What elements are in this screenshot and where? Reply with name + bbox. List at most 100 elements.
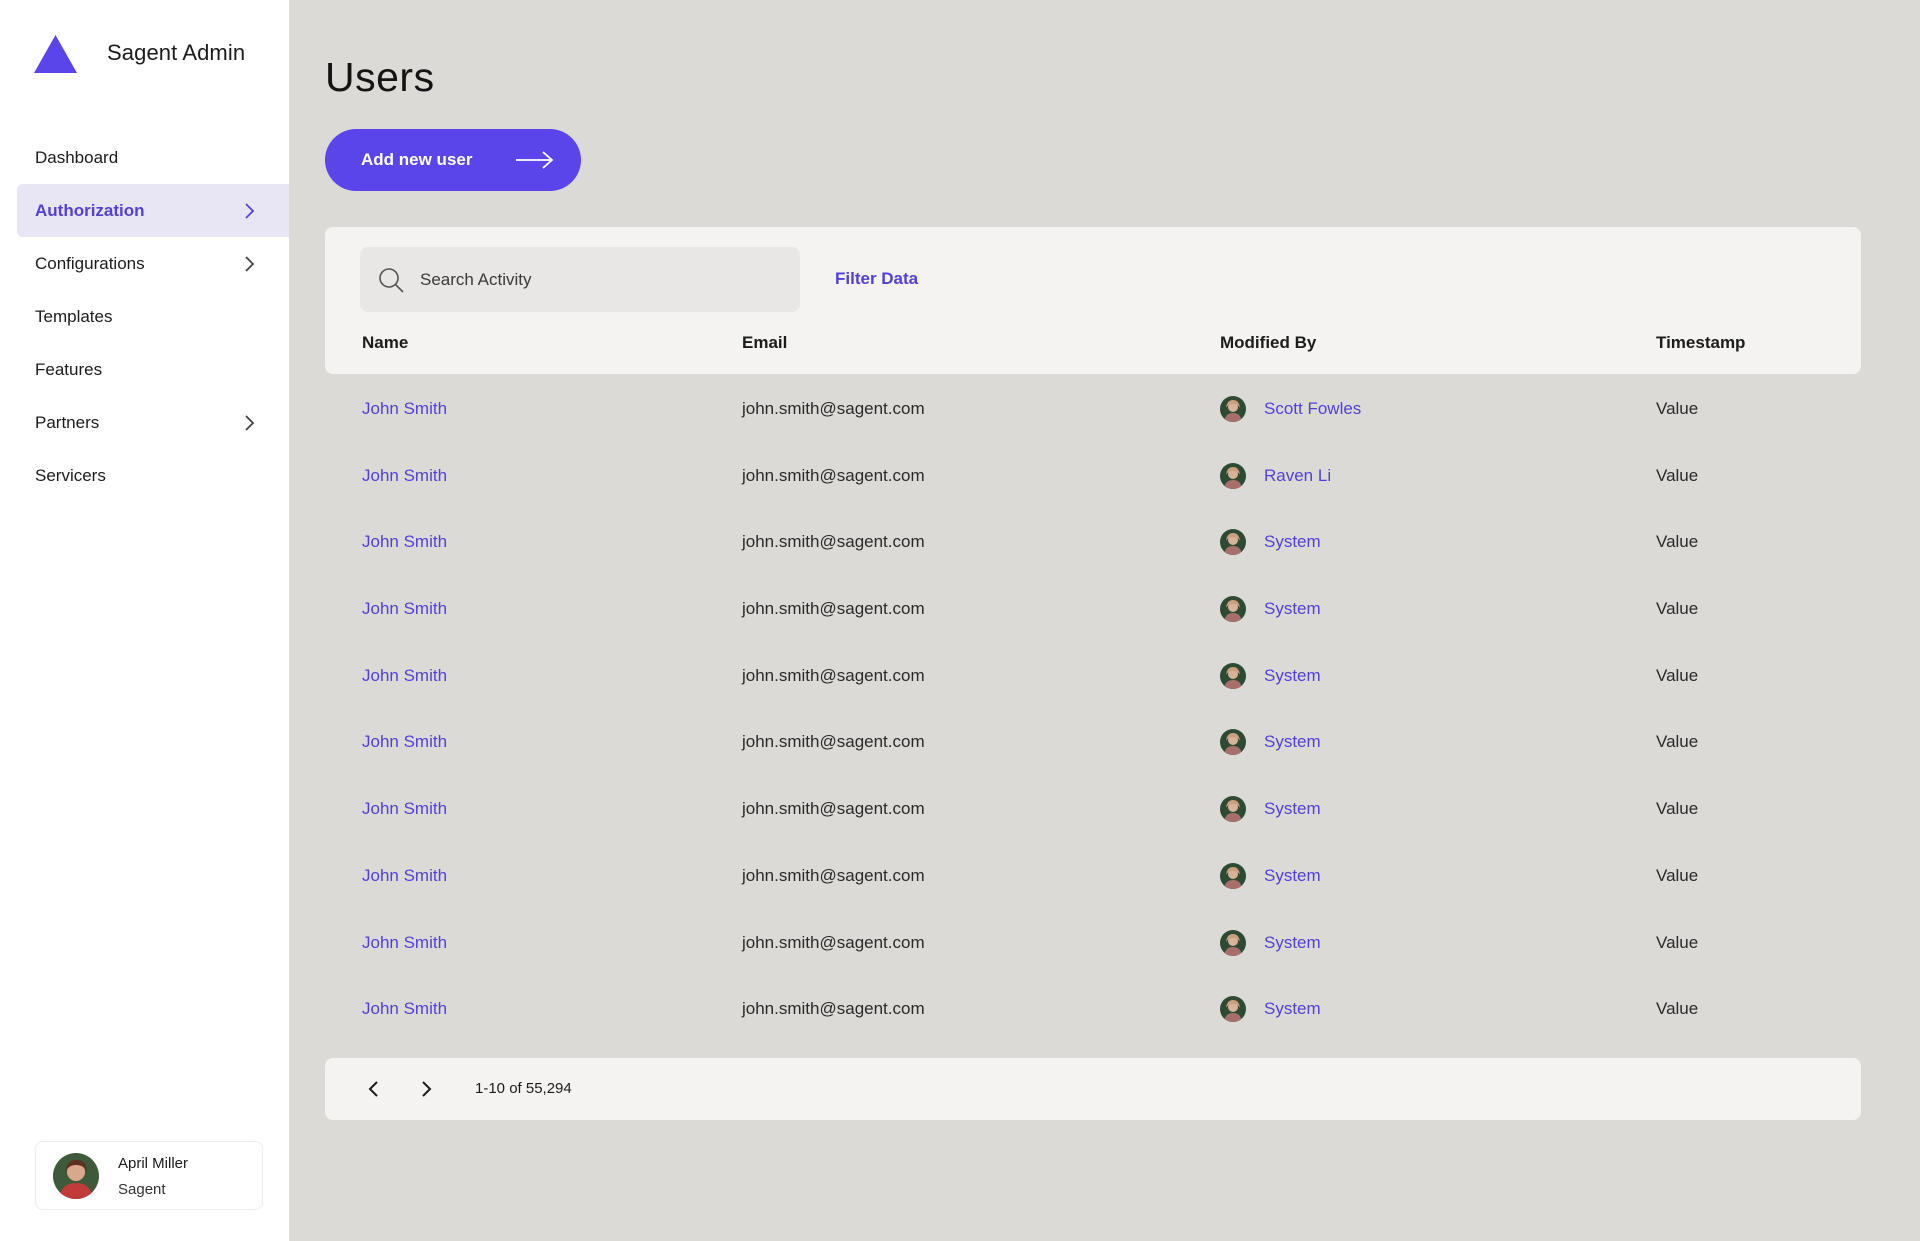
modified-by-name: Raven Li: [1264, 465, 1332, 485]
user-email: john.smith@sagent.com: [742, 932, 925, 952]
timestamp: Value: [1656, 865, 1699, 885]
timestamp: Value: [1656, 465, 1699, 485]
avatar: [53, 1153, 99, 1199]
modified-by[interactable]: System: [1220, 729, 1321, 756]
table-row[interactable]: John Smith john.smith@sagent.com System Val…: [325, 843, 1861, 910]
timestamp: Value: [1656, 532, 1699, 552]
chevron-right-icon: [245, 203, 255, 219]
timestamp: Value: [1656, 665, 1699, 685]
modified-by[interactable]: System: [1220, 662, 1321, 689]
sidebar-item-label: Features: [35, 359, 103, 379]
table-row[interactable]: John Smith john.smith@sagent.com System Val…: [325, 509, 1861, 576]
table-row[interactable]: John Smith john.smith@sagent.com System Val…: [325, 709, 1861, 776]
sidebar-item-authorization[interactable]: Authorization: [17, 184, 289, 237]
modified-by[interactable]: System: [1220, 996, 1321, 1023]
modified-by[interactable]: System: [1220, 596, 1321, 623]
triangle-logo-icon: [34, 35, 77, 73]
sidebar-item-label: Configurations: [35, 253, 145, 273]
sidebar-item-label: Servicers: [35, 465, 106, 485]
modified-by-name: System: [1264, 865, 1321, 885]
chevron-right-icon[interactable]: [415, 1078, 437, 1100]
user-name-link[interactable]: John Smith: [362, 599, 447, 619]
table-row[interactable]: John Smith john.smith@sagent.com System Val…: [325, 910, 1861, 977]
avatar: [1220, 996, 1246, 1023]
user-name-link[interactable]: John Smith: [362, 532, 447, 552]
timestamp: Value: [1656, 799, 1699, 819]
user-email: john.smith@sagent.com: [742, 799, 925, 819]
user-name-link[interactable]: John Smith: [362, 466, 447, 486]
sidebar-item-templates[interactable]: Templates: [17, 290, 289, 343]
column-header-name[interactable]: Name: [362, 333, 408, 353]
page-title: Users: [325, 54, 435, 100]
modified-by[interactable]: Raven Li: [1220, 462, 1332, 489]
user-email: john.smith@sagent.com: [742, 865, 925, 885]
user-name-link[interactable]: John Smith: [362, 933, 447, 953]
user-email: john.smith@sagent.com: [742, 532, 925, 552]
user-email: john.smith@sagent.com: [742, 465, 925, 485]
table-row[interactable]: John Smith john.smith@sagent.com System Val…: [325, 576, 1861, 643]
avatar: [1220, 596, 1246, 623]
modified-by-name: System: [1264, 532, 1321, 552]
sidebar-item-label: Templates: [35, 306, 113, 326]
avatar: [1220, 462, 1246, 489]
timestamp: Value: [1656, 399, 1699, 418]
user-email: john.smith@sagent.com: [742, 999, 925, 1019]
user-profile-card[interactable]: April Miller Sagent: [35, 1141, 263, 1210]
users-table-body: John Smith john.smith@sagent.com Scott Fow…: [325, 376, 1861, 1043]
table-row[interactable]: John Smith john.smith@sagent.com Raven Li V…: [325, 443, 1861, 510]
column-header-modified-by[interactable]: Modified By: [1220, 333, 1316, 353]
user-name-link[interactable]: John Smith: [362, 732, 447, 752]
search-icon: [379, 268, 404, 293]
user-name-link[interactable]: John Smith: [362, 866, 447, 886]
modified-by-name: System: [1264, 599, 1321, 619]
sidebar-nav: Dashboard Authorization Configurations Temp…: [17, 131, 289, 502]
modified-by[interactable]: System: [1220, 862, 1321, 889]
column-header-timestamp[interactable]: Timestamp: [1656, 333, 1745, 353]
modified-by[interactable]: System: [1220, 929, 1321, 956]
avatar: [1220, 929, 1246, 956]
sidebar-item-label: Partners: [35, 412, 100, 432]
table-row[interactable]: John Smith john.smith@sagent.com System Val…: [325, 643, 1861, 710]
sidebar-item-label: Authorization: [35, 200, 145, 220]
sidebar-item-partners[interactable]: Partners: [17, 396, 289, 449]
user-name-link[interactable]: John Smith: [362, 666, 447, 686]
chevron-right-icon: [245, 415, 255, 431]
sidebar: Sagent Admin Dashboard Authorization Confi…: [0, 0, 289, 1241]
table-row[interactable]: John Smith john.smith@sagent.com System Val…: [325, 776, 1861, 843]
add-new-user-button[interactable]: Add new user: [325, 129, 581, 191]
user-name-link[interactable]: John Smith: [362, 399, 447, 419]
modified-by-name: System: [1264, 932, 1321, 952]
chevron-right-icon: [245, 256, 255, 272]
chevron-left-icon[interactable]: [363, 1078, 385, 1100]
column-header-email[interactable]: Email: [742, 333, 787, 353]
filter-data-link[interactable]: Filter Data: [835, 269, 918, 289]
sidebar-item-dashboard[interactable]: Dashboard: [17, 131, 289, 184]
modified-by-name: System: [1264, 665, 1321, 685]
timestamp: Value: [1656, 599, 1699, 619]
timestamp: Value: [1656, 732, 1699, 752]
user-name: April Miller: [118, 1155, 189, 1172]
avatar: [1220, 529, 1246, 556]
brand[interactable]: Sagent Admin: [33, 34, 245, 74]
user-name-link[interactable]: John Smith: [362, 999, 447, 1019]
search-box[interactable]: [360, 247, 800, 312]
user-name-link[interactable]: John Smith: [362, 799, 447, 819]
modified-by[interactable]: System: [1220, 529, 1321, 556]
avatar: [1220, 662, 1246, 689]
modified-by[interactable]: System: [1220, 796, 1321, 823]
user-email: john.smith@sagent.com: [742, 732, 925, 752]
sidebar-item-label: Dashboard: [35, 147, 119, 167]
table-row[interactable]: John Smith john.smith@sagent.com System Val…: [325, 976, 1861, 1043]
modified-by-name: System: [1264, 732, 1321, 752]
user-organization: Sagent: [118, 1181, 166, 1198]
modified-by[interactable]: Scott Fowles: [1220, 396, 1361, 422]
arrow-right-icon: [516, 151, 554, 169]
sidebar-item-features[interactable]: Features: [17, 343, 289, 396]
sidebar-item-servicers[interactable]: Servicers: [17, 449, 289, 502]
search-input[interactable]: [420, 247, 790, 312]
user-email: john.smith@sagent.com: [742, 399, 925, 418]
sidebar-item-configurations[interactable]: Configurations: [17, 237, 289, 290]
timestamp: Value: [1656, 932, 1699, 952]
pagination: 1-10 of 55,294: [325, 1058, 1861, 1120]
table-row[interactable]: John Smith john.smith@sagent.com Scott Fow…: [325, 376, 1861, 443]
